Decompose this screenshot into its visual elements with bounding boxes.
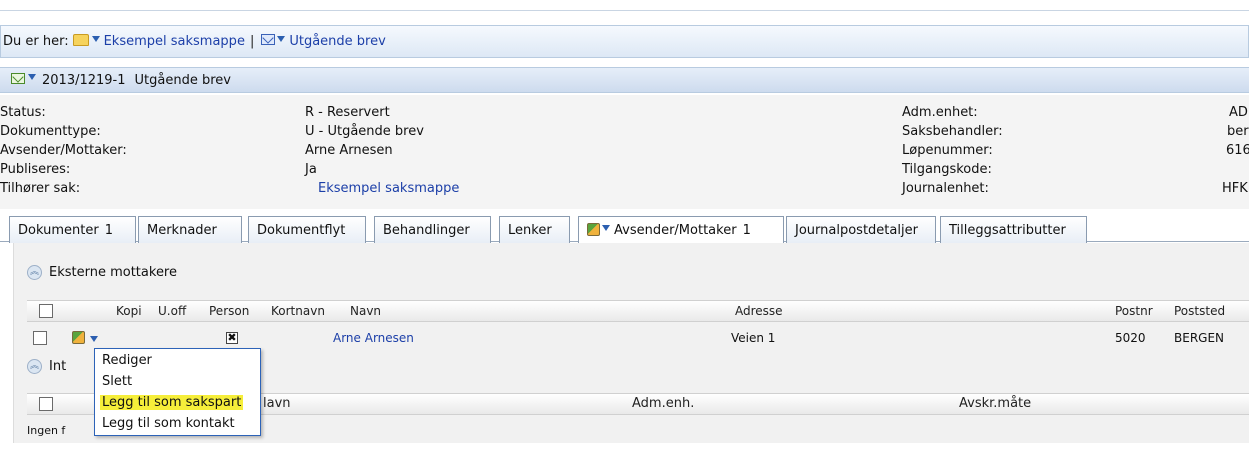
menu-item-legg-til-sakspart[interactable]: Legg til som sakspart — [100, 395, 244, 410]
field-label-status: Status: — [0, 105, 46, 120]
col-navn[interactable]: lavn — [263, 396, 291, 411]
envelope-icon[interactable] — [11, 72, 25, 84]
context-menu: Rediger Slett Legg til som sakspart Legg… — [94, 348, 261, 436]
select-all-checkbox[interactable] — [39, 304, 53, 318]
tab-dokumentflyt[interactable]: Dokumentflyt — [248, 216, 366, 243]
col-poststed[interactable]: Poststed — [1174, 304, 1225, 318]
menu-item-slett[interactable]: Slett — [100, 374, 134, 389]
select-all-checkbox[interactable] — [39, 397, 53, 411]
field-value-publiseres: Ja — [305, 162, 317, 177]
tab-label: Tilleggsattributter — [949, 222, 1066, 238]
tab-lenker[interactable]: Lenker — [499, 216, 570, 243]
chevron-down-icon[interactable] — [602, 224, 610, 231]
field-value-tilhorer-sak-link[interactable]: Eksempel saksmappe — [318, 181, 459, 196]
field-value-lopenummer: 616 — [1226, 143, 1249, 158]
field-label-lopenummer: Løpenummer: — [902, 143, 993, 158]
table-header-external: Kopi U.off Person Kortnavn Navn Adresse … — [27, 300, 1249, 322]
recipient-name-link[interactable]: Arne Arnesen — [333, 331, 414, 345]
collapse-icon[interactable]: ︽ — [27, 359, 42, 374]
field-label-adm-enhet: Adm.enhet: — [902, 105, 978, 120]
tab-label: Dokumentflyt — [257, 222, 346, 238]
tab-label: Dokumenter — [18, 222, 99, 238]
tab-behandlinger[interactable]: Behandlinger — [374, 216, 491, 243]
col-adm-enh[interactable]: Adm.enh. — [632, 396, 694, 411]
tab-journalpostdetaljer[interactable]: Journalpostdetaljer — [786, 216, 936, 243]
document-number: 2013/1219-1 — [42, 72, 126, 88]
collapse-icon[interactable]: ︽ — [27, 265, 42, 280]
field-label-tilhorer-sak: Tilhører sak: — [0, 181, 81, 196]
field-value-avsender: Arne Arnesen — [305, 143, 393, 158]
tab-tilleggsattributter[interactable]: Tilleggsattributter — [940, 216, 1087, 243]
field-label-journalenhet: Journalenhet: — [902, 181, 989, 196]
section-header-eksterne[interactable]: ︽ Eksterne mottakere — [27, 265, 177, 280]
tab-count: 1 — [104, 222, 113, 238]
table-row: ✖ Arne Arnesen Veien 1 5020 BERGEN — [27, 327, 1249, 349]
contact-icon — [587, 223, 600, 236]
tab-label: Behandlinger — [383, 222, 470, 238]
field-value-adm-enhet: AD — [1229, 105, 1248, 120]
tab-count: 1 — [742, 223, 751, 238]
field-label-publiseres: Publiseres: — [0, 162, 71, 177]
row-checkbox[interactable] — [33, 331, 47, 345]
col-kopi[interactable]: Kopi — [116, 304, 142, 318]
col-navn[interactable]: Navn — [350, 304, 381, 318]
breadcrumb-prefix: Du er her: — [3, 34, 69, 49]
field-label-dokumenttype: Dokumenttype: — [0, 124, 101, 139]
menu-item-legg-til-kontakt[interactable]: Legg til som kontakt — [100, 416, 237, 431]
field-value-status: R - Reservert — [305, 105, 390, 120]
recipient-postnr: 5020 — [1115, 331, 1146, 345]
empty-message: Ingen f — [27, 424, 66, 437]
tab-label: Journalpostdetaljer — [795, 222, 918, 238]
document-title: Utgående brev — [134, 72, 231, 88]
field-label-avsender: Avsender/Mottaker: — [0, 143, 127, 158]
field-label-tilgangskode: Tilgangskode: — [902, 162, 992, 177]
chevron-down-icon[interactable] — [277, 35, 286, 42]
section-header-interne[interactable]: ︽ Int — [27, 359, 66, 374]
section-title: Eksterne mottakere — [49, 265, 177, 280]
tab-bar: Dokumenter 1 Merknader Dokumentflyt Beha… — [0, 214, 1249, 244]
person-checked-icon[interactable]: ✖ — [226, 332, 238, 344]
breadcrumb-separator: | — [249, 34, 255, 49]
chevron-down-icon[interactable] — [90, 336, 98, 342]
col-postnr[interactable]: Postnr — [1115, 304, 1153, 318]
col-kortnavn[interactable]: Kortnavn — [271, 304, 325, 318]
document-titlebar: 2013/1219-1 Utgående brev — [0, 67, 1249, 93]
contact-icon[interactable] — [72, 331, 85, 344]
document-fields: Status: R - Reservert Dokumenttype: U - … — [0, 95, 1249, 209]
breadcrumb-item-saksmappe[interactable]: Eksempel saksmappe — [104, 34, 245, 49]
col-adresse[interactable]: Adresse — [735, 304, 783, 318]
tab-label: Lenker — [508, 222, 552, 238]
menu-item-rediger[interactable]: Rediger — [100, 353, 154, 368]
tab-label: Merknader — [147, 222, 217, 238]
field-value-saksbehandler: ber — [1227, 124, 1249, 139]
tab-avsender-mottaker[interactable]: Avsender/Mottaker 1 — [578, 216, 784, 244]
folder-icon[interactable] — [72, 33, 89, 46]
breadcrumb: Du er her: Eksempel saksmappe | Utgående… — [0, 25, 1249, 58]
recipient-address: Veien 1 — [731, 331, 776, 345]
top-divider — [0, 10, 1249, 11]
chevron-down-icon[interactable] — [28, 74, 36, 80]
section-title: Int — [49, 359, 67, 374]
tab-label: Avsender/Mottaker — [614, 223, 737, 238]
col-avskr-mate[interactable]: Avskr.måte — [959, 396, 1031, 411]
field-value-dokumenttype: U - Utgående brev — [305, 124, 424, 139]
chevron-down-icon[interactable] — [91, 35, 100, 42]
field-value-journalenhet: HFK — [1222, 181, 1248, 196]
tab-dokumenter[interactable]: Dokumenter 1 — [9, 216, 136, 243]
col-person[interactable]: Person — [209, 304, 249, 318]
field-label-saksbehandler: Saksbehandler: — [902, 124, 1003, 139]
tab-merknader[interactable]: Merknader — [138, 216, 242, 243]
breadcrumb-item-utgaende-brev[interactable]: Utgående brev — [289, 34, 385, 49]
envelope-icon[interactable] — [261, 34, 276, 45]
recipient-poststed: BERGEN — [1174, 331, 1225, 345]
col-uoff[interactable]: U.off — [158, 304, 186, 318]
